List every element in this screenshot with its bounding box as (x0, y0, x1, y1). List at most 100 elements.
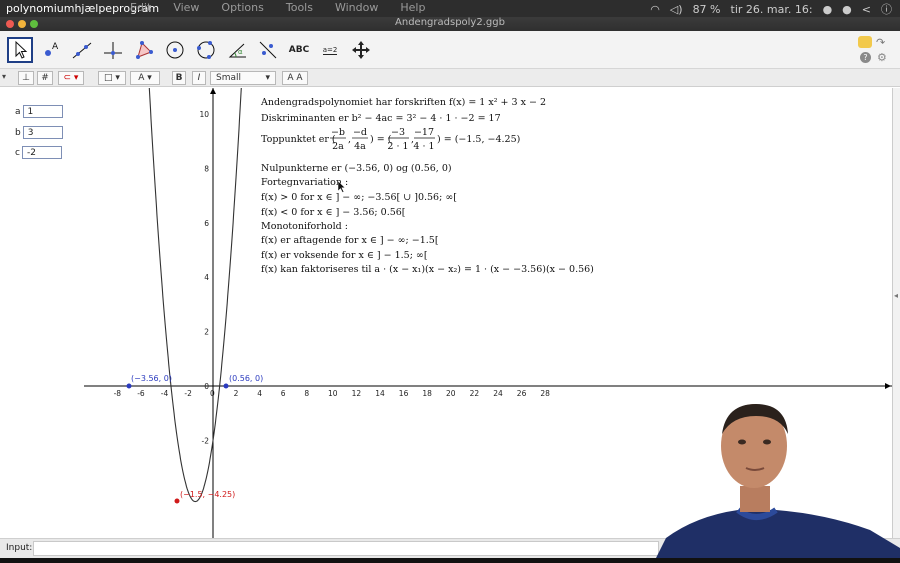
presenter-image (656, 404, 900, 558)
move-view-tool-button[interactable] (348, 37, 374, 63)
x-tick-label: 22 (470, 389, 480, 398)
text-sign-negative[interactable]: f(x) < 0 for x ∈ ] − 3.56; 0.56[ (261, 207, 406, 218)
info-icon[interactable]: ⓘ (881, 1, 892, 17)
slider-b-row[interactable]: b 3 (15, 126, 63, 139)
text-size-value: Small (216, 73, 241, 83)
presenter-webcam (656, 398, 900, 558)
y-tick-label: 0 (204, 382, 209, 391)
circle-three-points-icon (197, 41, 215, 59)
presenter-eye-left (738, 439, 746, 445)
slider-c-row[interactable]: c -2 (15, 146, 62, 159)
reflect-tool-button[interactable] (255, 37, 281, 63)
slider-tool-button[interactable]: a=2 (317, 37, 343, 63)
menu-tools[interactable]: Tools (286, 1, 313, 14)
text-tool-label: ABC (288, 45, 310, 55)
battery-text[interactable]: 87 % (693, 3, 721, 16)
perpendicular-tool-button[interactable] (100, 37, 126, 63)
text-sign-positive[interactable]: f(x) > 0 for x ∈ ] − ∞; −3.56[ ∪ ]0.56; … (261, 192, 457, 203)
settings-gear-icon[interactable]: ⚙ (877, 51, 887, 64)
share-icon[interactable]: < (862, 3, 871, 16)
font-size-button[interactable]: A A (282, 71, 308, 85)
magnet-icon: ⊂ ▾ (63, 73, 79, 83)
root-point-1[interactable] (126, 383, 132, 389)
menu-view[interactable]: View (173, 1, 199, 14)
color-button[interactable]: A ▾ (130, 71, 160, 85)
slider-tool-label: a=2 (322, 45, 338, 55)
geometry-toolbar: A α ABC a=2 ↷ ? ⚙ (0, 31, 900, 69)
toggle-stylebar-icon[interactable]: ▾ (2, 72, 6, 81)
grid-toggle-button[interactable]: # (37, 71, 53, 85)
y-axis-arrow-icon (210, 88, 216, 94)
reflect-icon (259, 41, 277, 59)
presenter-shirt (656, 510, 900, 558)
line-icon (72, 42, 92, 59)
input-label: Input: (6, 543, 33, 553)
label-icon: □ ▾ (104, 73, 120, 83)
text-monotony-heading[interactable]: Monotoniforhold : (261, 221, 348, 232)
text-increasing[interactable]: f(x) er voksende for x ∈ ] − 1.5; ∞[ (261, 250, 428, 261)
thumbs-up-icon[interactable]: ● (823, 3, 833, 16)
text-tool-button[interactable]: ABC (286, 37, 312, 63)
clock-text[interactable]: tir 26. mar. 16: (731, 3, 813, 16)
circle-icon (166, 41, 184, 59)
root-point-2[interactable] (223, 383, 229, 389)
grid-icon: # (41, 73, 49, 83)
polygon-icon (136, 41, 153, 59)
help-icon[interactable]: ? (860, 52, 871, 63)
volume-icon[interactable]: ◁) (670, 3, 683, 16)
polygon-tool-button[interactable] (131, 37, 157, 63)
x-tick-label: 0 (210, 389, 215, 398)
y-tick-label: 6 (204, 219, 209, 228)
move-tool-button[interactable] (7, 37, 33, 63)
slider-a-row[interactable]: a 1 (15, 105, 63, 118)
text-size-select[interactable]: Small ▾ (210, 71, 276, 85)
text-decreasing[interactable]: f(x) er aftagende for x ∈ ] − ∞; −1.5[ (261, 235, 439, 246)
point-tool-button[interactable]: A (38, 37, 64, 63)
text-factorization[interactable]: f(x) kan faktoriseres til a · (x − x₁)(x… (261, 264, 594, 275)
vertex-comma: , (348, 134, 351, 145)
menu-window[interactable]: Window (335, 1, 378, 14)
bold-button[interactable]: B (172, 71, 186, 85)
expand-panel-icon[interactable]: ◂ (894, 291, 898, 300)
angle-tool-button[interactable]: α (224, 37, 250, 63)
parabola-curve[interactable] (142, 88, 248, 503)
point-icon: A (45, 42, 59, 56)
vertex-point[interactable] (174, 498, 180, 504)
wifi-icon[interactable]: ◠ (650, 3, 660, 16)
axes-icon: ⊥ (22, 73, 30, 83)
x-tick-label: 24 (493, 389, 503, 398)
thumbs-down-icon[interactable]: ● (842, 3, 852, 16)
status-tray: ◠ ◁) 87 % tir 26. mar. 16: ● ● < ⓘ (650, 1, 892, 17)
point-capture-button[interactable]: ⊂ ▾ (58, 71, 84, 85)
y-axis-ticks: 10 8 6 4 2 0 -2 (199, 110, 209, 445)
x-tick-label: 2 (234, 389, 239, 398)
input-field[interactable] (33, 541, 659, 556)
text-vertex[interactable]: Toppunktet er ( −b 2a , −d 4a ) = ( −3 2… (261, 127, 520, 152)
x-tick-label: 10 (328, 389, 338, 398)
text-sign-heading[interactable]: Fortegnvariation : (261, 177, 348, 188)
text-roots[interactable]: Nulpunkterne er (−3.56, 0) og (0.56, 0) (261, 163, 452, 174)
y-tick-label: -2 (202, 436, 210, 445)
text-polynomial[interactable]: Andengradspolynomiet har forskriften f(x… (260, 97, 546, 108)
x-axis-arrow-icon (885, 383, 891, 389)
undo-icon[interactable] (858, 36, 872, 48)
slider-a-input[interactable]: 1 (22, 105, 63, 118)
axes-toggle-button[interactable]: ⊥ (18, 71, 34, 85)
vertex-prefix: Toppunktet er ( (261, 134, 336, 145)
slider-c-input[interactable]: -2 (21, 146, 62, 159)
window-title: Andengradspoly2.ggb (395, 17, 505, 28)
slider-b-input[interactable]: 3 (22, 126, 63, 139)
italic-button[interactable]: I (192, 71, 206, 85)
redo-icon[interactable]: ↷ (876, 36, 885, 49)
x-tick-label: 28 (540, 389, 550, 398)
menu-help[interactable]: Help (400, 1, 425, 14)
menu-edit[interactable]: Edit (130, 1, 151, 14)
y-tick-label: 2 (204, 328, 209, 337)
circle-tool-button[interactable] (162, 37, 188, 63)
line-tool-button[interactable] (69, 37, 95, 63)
text-discriminant[interactable]: Diskriminanten er b² − 4ac = 3² − 4 · 1 … (261, 113, 501, 124)
circle-3pt-tool-button[interactable] (193, 37, 219, 63)
menu-options[interactable]: Options (221, 1, 263, 14)
label-style-button[interactable]: □ ▾ (98, 71, 126, 85)
frac-den-3: 2 · 1 (387, 141, 408, 152)
